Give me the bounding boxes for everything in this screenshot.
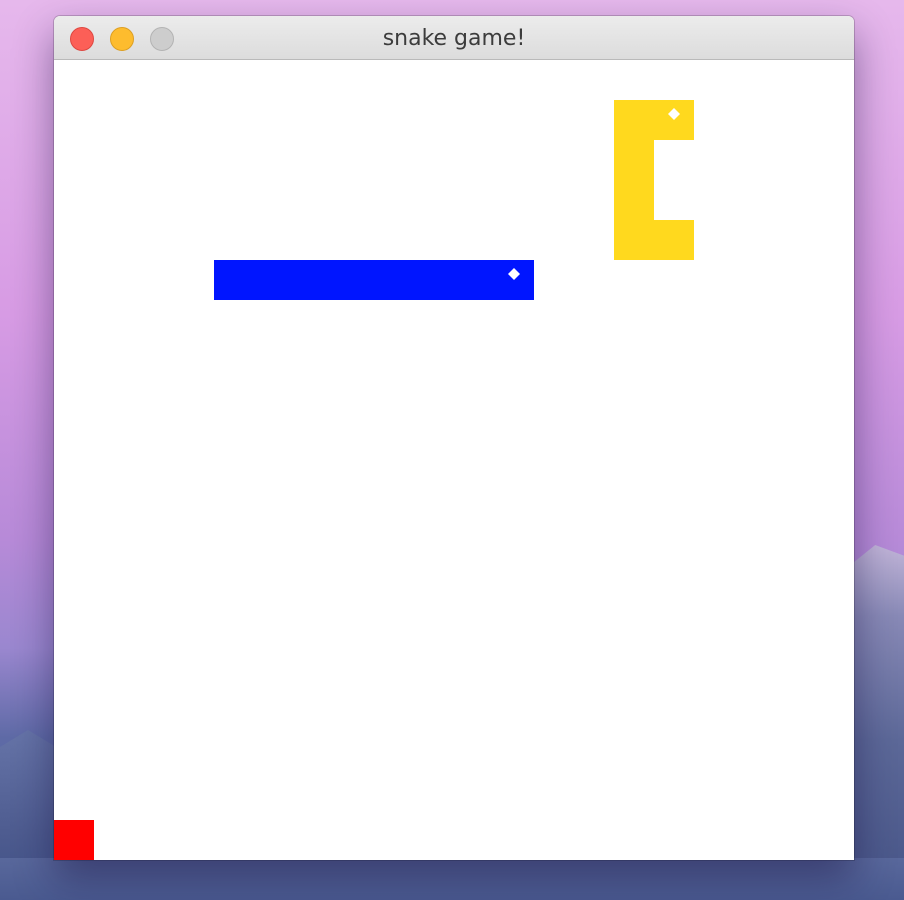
snake-segment bbox=[214, 260, 254, 300]
snake-segment bbox=[614, 180, 654, 220]
snake-eye bbox=[508, 268, 520, 280]
snake-segment bbox=[454, 260, 494, 300]
snake-segment bbox=[654, 220, 694, 260]
snake-segment bbox=[614, 220, 654, 260]
window-titlebar[interactable]: snake game! bbox=[54, 16, 854, 60]
snake-head bbox=[654, 100, 694, 140]
desktop-mountain-bottom bbox=[0, 858, 904, 900]
window-title: snake game! bbox=[382, 26, 526, 51]
snake-segment bbox=[614, 100, 654, 140]
snake-segment bbox=[614, 140, 654, 180]
snake-segment bbox=[294, 260, 334, 300]
game-canvas[interactable] bbox=[54, 60, 854, 860]
food-pellet bbox=[54, 820, 94, 860]
snake-head bbox=[494, 260, 534, 300]
snake-segment bbox=[254, 260, 294, 300]
snake-eye bbox=[668, 108, 680, 120]
game-window: snake game! bbox=[54, 16, 854, 860]
snake-segment bbox=[334, 260, 374, 300]
snake-segment bbox=[414, 260, 454, 300]
snake-segment bbox=[374, 260, 414, 300]
